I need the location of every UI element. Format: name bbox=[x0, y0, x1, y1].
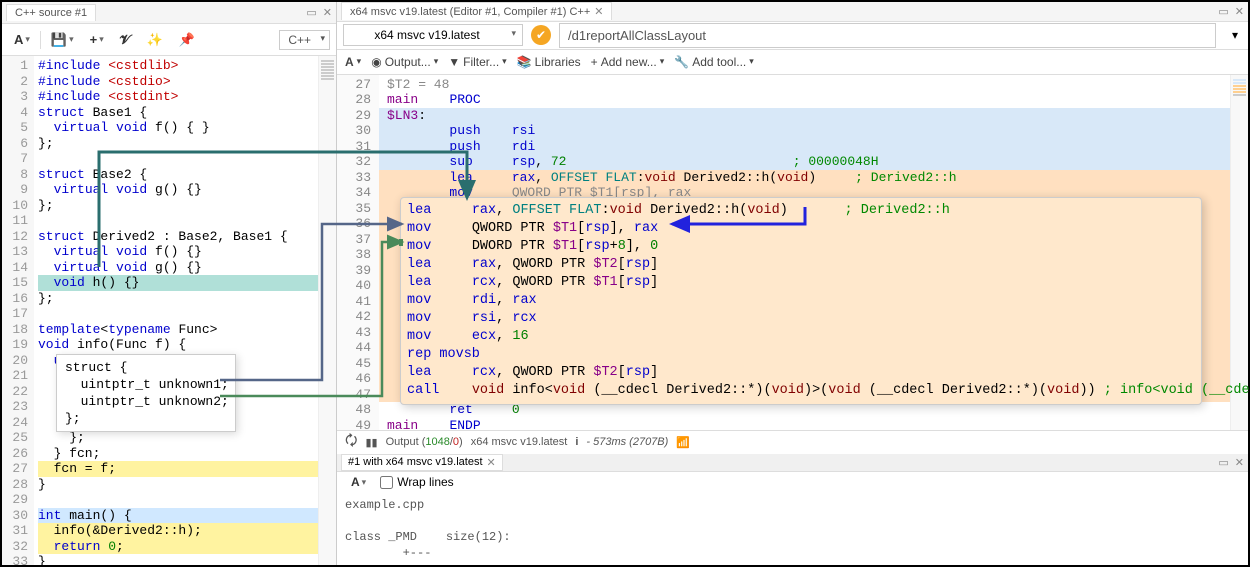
add-button[interactable]: +▾ bbox=[84, 29, 110, 50]
wrap-lines-checkbox[interactable]: Wrap lines bbox=[380, 475, 453, 489]
output-tab[interactable]: #1 with x64 msvc v19.latest ✕ bbox=[341, 454, 503, 471]
pin-icon[interactable]: 📌 bbox=[173, 29, 201, 51]
language-select[interactable]: C++ bbox=[279, 30, 330, 50]
minimize-icon[interactable]: ▭ bbox=[306, 6, 316, 19]
source-tab-bar: C++ source #1 ▭ ✕ bbox=[2, 2, 336, 24]
close-icon[interactable]: ✕ bbox=[594, 5, 603, 18]
output-toolbar: A▾ Wrap lines bbox=[337, 472, 1248, 493]
save-button[interactable]: 💾▾ bbox=[45, 29, 80, 51]
close-icon[interactable]: ✕ bbox=[323, 6, 332, 19]
wand-icon[interactable]: ✨ bbox=[141, 29, 169, 51]
status-compiler: x64 msvc v19.latest bbox=[471, 436, 568, 448]
close-icon[interactable]: ✕ bbox=[1235, 456, 1244, 469]
info-icon[interactable]: i bbox=[575, 436, 578, 448]
minimize-icon[interactable]: ▭ bbox=[1218, 456, 1228, 469]
source-tab-label: C++ source #1 bbox=[15, 7, 87, 19]
vim-button[interactable]: 𝓥 bbox=[114, 29, 137, 51]
output-text: example.cpp class _PMD size(12): +--- bbox=[337, 493, 1248, 565]
output-button[interactable]: ◉ Output...▾ bbox=[371, 55, 438, 69]
status-output-label: Output (1048/0) bbox=[386, 436, 463, 448]
struct-overlay: struct { uintptr_t unknown1; uintptr_t u… bbox=[56, 354, 236, 432]
font-button[interactable]: A▾ bbox=[8, 29, 36, 50]
add-new-button[interactable]: + Add new...▾ bbox=[591, 55, 665, 69]
font-button[interactable]: A▾ bbox=[345, 472, 372, 492]
source-pane: C++ source #1 ▭ ✕ A▾ 💾▾ +▾ 𝓥 ✨ 📌 C++ 123… bbox=[2, 2, 337, 565]
add-tool-button[interactable]: 🔧 Add tool...▾ bbox=[674, 55, 754, 69]
source-editor[interactable]: 1234567891011121314151617181920212223242… bbox=[2, 56, 336, 565]
asm-zoom-overlay: lea rax, OFFSET FLAT:void Derived2::h(vo… bbox=[400, 197, 1202, 405]
close-icon[interactable]: ✕ bbox=[1235, 5, 1244, 18]
status-bar: 🗘 ▮▮ Output (1048/0) x64 msvc v19.latest… bbox=[337, 430, 1248, 454]
signal-icon: 📶 bbox=[676, 436, 690, 449]
reload-icon[interactable]: 🗘 bbox=[345, 430, 358, 454]
minimap[interactable] bbox=[318, 56, 336, 565]
filter-button[interactable]: ▼ Filter...▾ bbox=[448, 55, 506, 69]
compiler-opts-caret[interactable]: ▾ bbox=[1228, 25, 1242, 45]
asm-toolbar: A▾ ◉ Output...▾ ▼ Filter...▾ 📚 Libraries… bbox=[337, 50, 1248, 75]
compiler-tab[interactable]: x64 msvc v19.latest (Editor #1, Compiler… bbox=[341, 2, 612, 20]
compiler-tab-bar: x64 msvc v19.latest (Editor #1, Compiler… bbox=[337, 2, 1248, 22]
status-check-icon: ✔ bbox=[531, 25, 551, 45]
compiler-bar: x64 msvc v19.latest ✔ ▾ bbox=[337, 22, 1248, 50]
asm-minimap[interactable] bbox=[1230, 75, 1248, 430]
source-tab[interactable]: C++ source #1 bbox=[6, 4, 96, 21]
bars-icon[interactable]: ▮▮ bbox=[366, 436, 378, 449]
libraries-button[interactable]: 📚 Libraries bbox=[517, 55, 581, 69]
minimize-icon[interactable]: ▭ bbox=[1218, 5, 1228, 18]
font-button[interactable]: A▾ bbox=[345, 55, 361, 69]
compiler-select[interactable]: x64 msvc v19.latest bbox=[343, 24, 523, 46]
source-toolbar: A▾ 💾▾ +▾ 𝓥 ✨ 📌 C++ bbox=[2, 24, 336, 56]
compiler-flags-input[interactable] bbox=[559, 23, 1216, 48]
close-icon[interactable]: ✕ bbox=[487, 456, 496, 469]
compiler-tab-label: x64 msvc v19.latest (Editor #1, Compiler… bbox=[350, 6, 590, 18]
output-tab-bar: #1 with x64 msvc v19.latest ✕ ▭ ✕ bbox=[337, 454, 1248, 472]
status-time: - 573ms (2707B) bbox=[586, 436, 668, 448]
